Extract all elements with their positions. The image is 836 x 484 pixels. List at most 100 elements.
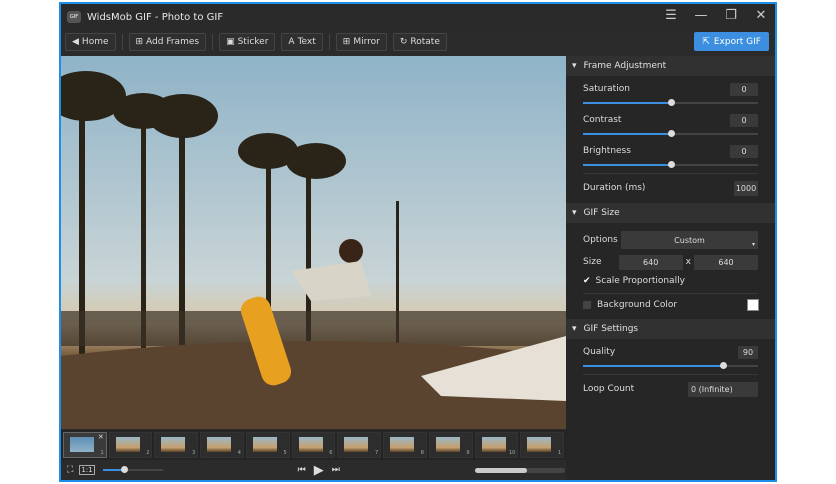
saturation-input[interactable]: 0 xyxy=(730,82,758,96)
frame-thumbnail[interactable]: 8 xyxy=(383,432,427,458)
frame-image xyxy=(207,437,232,452)
delete-frame-icon[interactable]: ✕ xyxy=(98,433,104,441)
frame-image xyxy=(527,437,552,452)
frame-strip: 1 ✕ 2 3 4 5 6 7 8 9 10 1 xyxy=(61,430,566,460)
section-title: GIF Settings xyxy=(583,324,639,334)
text-label: Text xyxy=(297,37,316,47)
sticker-label: Sticker xyxy=(237,37,269,47)
title-bar: GIF WidsMob GIF - Photo to GIF ☰ — ❐ ✕ xyxy=(61,4,775,30)
frame-thumbnail[interactable]: 6 xyxy=(291,432,336,458)
frame-thumbnail[interactable]: 4 xyxy=(200,432,244,458)
rotate-label: Rotate xyxy=(410,37,440,47)
quality-input[interactable]: 90 xyxy=(738,345,758,359)
options-label: Options xyxy=(583,235,618,245)
background-color-checkbox[interactable] xyxy=(583,301,591,309)
section-title: GIF Size xyxy=(583,208,620,218)
background-color-swatch[interactable] xyxy=(747,299,759,311)
home-label: Home xyxy=(81,37,109,47)
mirror-button[interactable]: ⊞ Mirror xyxy=(335,33,387,51)
export-label: Export GIF xyxy=(713,36,761,47)
brightness-slider[interactable] xyxy=(583,161,758,169)
playback-bar: ⛶ 1:1 ⏮ ▶ ⏭ xyxy=(61,460,566,480)
mirror-label: Mirror xyxy=(353,37,380,47)
divider xyxy=(583,173,758,174)
contrast-input[interactable]: 0 xyxy=(730,113,758,127)
frame-thumbnail[interactable]: 2 xyxy=(108,432,153,458)
frame-image xyxy=(252,437,277,452)
previous-frame-icon[interactable]: ⏮ xyxy=(298,465,306,475)
rotate-icon: ↻ xyxy=(399,37,408,47)
frame-image xyxy=(344,437,369,452)
contrast-slider[interactable] xyxy=(583,130,758,138)
frame-thumbnail[interactable]: 1 ✕ xyxy=(63,432,107,458)
frame-number: 5 xyxy=(283,450,287,456)
loop-count-input[interactable]: 0 (Infinite) xyxy=(688,381,758,397)
frame-number: 7 xyxy=(374,450,379,456)
gif-settings-header[interactable]: ▾ GIF Settings xyxy=(566,319,775,339)
sticker-button[interactable]: ▣ Sticker xyxy=(219,33,276,51)
back-arrow-icon: ◀ xyxy=(72,37,79,47)
play-icon[interactable]: ▶ xyxy=(314,463,324,478)
frame-thumbnail[interactable]: 10 xyxy=(474,432,519,458)
duration-input[interactable]: 1000 xyxy=(734,180,758,196)
saturation-slider[interactable] xyxy=(583,99,758,107)
scale-label: Scale Proportionally xyxy=(595,276,685,286)
divider xyxy=(583,293,758,294)
frame-number: 2 xyxy=(146,450,150,456)
frame-thumbnail[interactable]: 3 xyxy=(154,432,199,458)
divider xyxy=(583,374,758,375)
height-input[interactable]: 640 xyxy=(694,254,758,270)
contrast-label: Contrast xyxy=(583,115,622,125)
scale-checkbox[interactable]: ✔ xyxy=(583,276,591,286)
timeline-scrollbar[interactable] xyxy=(474,467,565,473)
frame-thumbnail[interactable]: 5 xyxy=(245,432,290,458)
maximize-button[interactable]: ❐ xyxy=(723,8,739,23)
photo-preview xyxy=(61,56,566,429)
quality-label: Quality xyxy=(583,347,616,357)
size-separator: x xyxy=(685,257,691,267)
frame-adjustment-header[interactable]: ▾ Frame Adjustment xyxy=(566,56,775,76)
frame-number: 6 xyxy=(329,450,333,456)
fit-screen-icon[interactable]: ⛶ xyxy=(67,465,73,475)
zoom-slider[interactable] xyxy=(102,466,163,474)
add-frames-button[interactable]: ⊞ Add Frames xyxy=(128,33,207,51)
background-color-label: Background Color xyxy=(597,300,678,310)
collapse-arrow-icon: ▾ xyxy=(572,324,577,334)
frame-number: 9 xyxy=(466,450,470,456)
frame-thumbnail[interactable]: 1 xyxy=(520,432,565,458)
mirror-icon: ⊞ xyxy=(342,37,351,47)
rotate-button[interactable]: ↻ Rotate xyxy=(392,33,447,51)
brightness-input[interactable]: 0 xyxy=(730,144,758,158)
frame-image xyxy=(435,437,460,452)
minimize-button[interactable]: — xyxy=(693,8,709,23)
home-button[interactable]: ◀ Home xyxy=(65,33,116,51)
width-input[interactable]: 640 xyxy=(618,254,683,270)
duration-label: Duration (ms) xyxy=(583,183,646,193)
collapse-arrow-icon: ▾ xyxy=(572,208,577,218)
menu-icon[interactable]: ☰ xyxy=(663,8,679,23)
frame-image xyxy=(298,437,323,452)
window-title: WidsMob GIF - Photo to GIF xyxy=(87,11,224,23)
text-button[interactable]: A Text xyxy=(281,33,323,51)
next-frame-icon[interactable]: ⏭ xyxy=(332,465,340,475)
brightness-label: Brightness xyxy=(583,146,631,156)
frame-image xyxy=(161,437,186,452)
export-gif-button[interactable]: ⇱ Export GIF xyxy=(694,32,769,51)
frame-image xyxy=(70,437,94,452)
loop-count-label: Loop Count xyxy=(583,384,635,394)
frame-thumbnail[interactable]: 7 xyxy=(337,432,382,458)
frame-number: 10 xyxy=(508,450,516,456)
settings-panel: ▾ Frame Adjustment Saturation 0 Contrast 0 … xyxy=(566,56,775,480)
actual-size-icon[interactable]: 1:1 xyxy=(79,465,95,475)
frame-thumbnail[interactable]: 9 xyxy=(428,432,473,458)
saturation-label: Saturation xyxy=(583,84,630,94)
gif-size-header[interactable]: ▾ GIF Size xyxy=(566,203,775,223)
frame-number: 1 xyxy=(100,450,104,456)
toolbar: ◀ Home ⊞ Add Frames ▣ Sticker A Text ⊞ Mirror… xyxy=(61,30,775,54)
close-button[interactable]: ✕ xyxy=(753,8,769,23)
frame-image xyxy=(481,437,506,452)
quality-slider[interactable] xyxy=(583,362,758,370)
size-label: Size xyxy=(583,257,602,267)
size-options-dropdown[interactable]: Custom ▾ xyxy=(621,231,758,249)
app-logo: GIF xyxy=(67,11,81,23)
